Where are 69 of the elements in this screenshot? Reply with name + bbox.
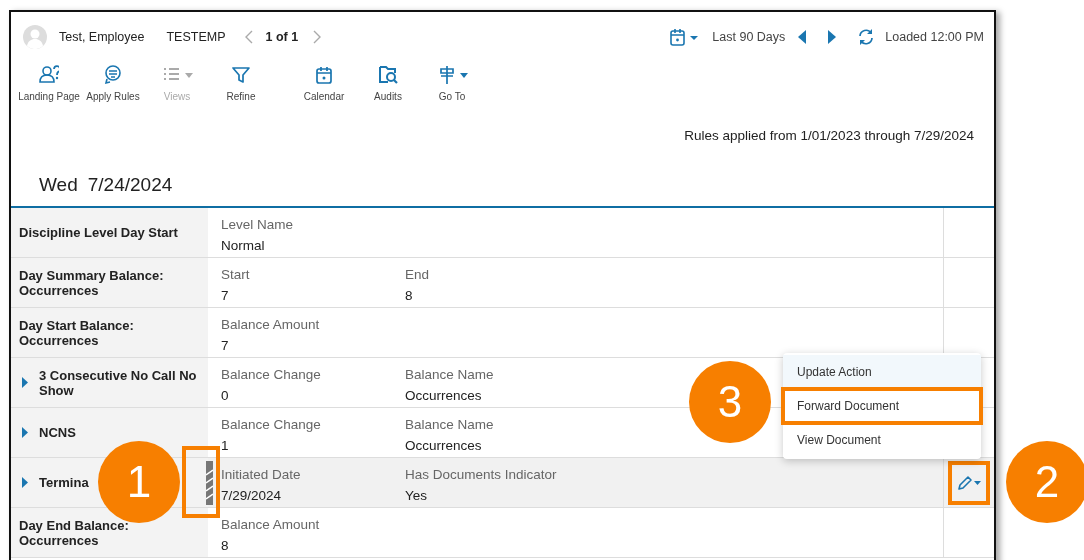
pager-text: 1 of 1 (265, 30, 299, 44)
previous-period-icon[interactable] (797, 30, 808, 44)
field-label: Balance Amount (221, 516, 320, 534)
field-label: End (405, 266, 430, 284)
refresh-icon[interactable] (857, 28, 876, 46)
field-value: Yes (405, 487, 428, 505)
calendar-dropdown-icon[interactable] (670, 28, 701, 46)
next-period-icon[interactable] (827, 30, 838, 44)
field-label: Has Documents Indicator (405, 466, 557, 484)
field-value: 7 (221, 287, 229, 305)
expand-icon[interactable] (21, 477, 29, 488)
menu-item[interactable]: Forward Document (783, 389, 981, 423)
callout-number: 2 (1006, 441, 1084, 523)
row-label: Discipline Level Day Start (19, 225, 178, 240)
employee-name: Test, Employee (59, 30, 145, 44)
field-value: 7/29/2024 (221, 487, 282, 505)
field-value: 8 (405, 287, 413, 305)
folder-search-icon (378, 65, 398, 85)
toolbar-button[interactable]: Landing Page (17, 62, 81, 122)
toolbar-button[interactable]: Go To (420, 62, 484, 122)
field-label: Balance Amount (221, 316, 320, 334)
caret-icon (184, 72, 193, 78)
date-range-label[interactable]: Last 90 Days (712, 30, 786, 44)
avatar-icon (23, 25, 47, 49)
row-label: Day Start Balance: Occurrences (19, 317, 135, 348)
day-weekday: Wed (39, 174, 78, 196)
day-date: 7/24/2024 (87, 174, 173, 196)
field-label: Start (221, 266, 250, 284)
rules-applied-note: Rules applied from 1/01/2023 through 7/29/2024 (684, 128, 974, 143)
row-label: Termina (39, 475, 89, 490)
toolbar-button[interactable]: Apply Rules (81, 62, 145, 122)
field-value: 0 (221, 387, 229, 405)
row-label: 3 Consecutive No Call No Show (39, 367, 198, 398)
field-label: Balance Name (405, 366, 494, 384)
field-value: 1 (221, 437, 229, 455)
employee-id: TESTEMP (166, 30, 226, 44)
field-label: Level Name (221, 216, 294, 234)
filter-icon (231, 65, 251, 85)
calendar-icon (314, 65, 334, 85)
speech-bubble-icon (103, 65, 123, 85)
caret-icon (459, 72, 468, 78)
field-label: Balance Change (221, 366, 321, 384)
field-value: 8 (221, 537, 229, 555)
edit-dropdown-button[interactable] (948, 460, 990, 505)
field-value: Occurrences (405, 387, 482, 405)
table-row[interactable]: Discipline Level Day Start Level Name Normal (11, 208, 994, 258)
previous-icon[interactable] (243, 30, 254, 44)
field-label: Balance Name (405, 416, 494, 434)
field-value: Normal (221, 237, 265, 255)
person-question-icon (39, 65, 59, 85)
field-label: Balance Change (221, 416, 321, 434)
field-label: Initiated Date (221, 466, 301, 484)
field-value: Occurrences (405, 437, 482, 455)
pencil-icon (957, 474, 981, 491)
table-row[interactable]: Day End Balance: Occurrences Balance Amount 8 (11, 508, 994, 558)
expand-icon[interactable] (21, 427, 29, 438)
expand-icon[interactable] (21, 377, 29, 388)
toolbar-button[interactable]: Audits (356, 62, 420, 122)
menu-item[interactable]: Update Action (783, 355, 981, 389)
toolbar-button[interactable]: Refine (209, 62, 273, 122)
row-label: Day Summary Balance: Occurrences (19, 267, 165, 298)
loaded-time: Loaded 12:00 PM (885, 30, 984, 44)
menu-item[interactable]: View Document (783, 423, 981, 457)
next-icon[interactable] (312, 30, 323, 44)
toolbar-button[interactable]: Calendar (292, 62, 356, 122)
row-label: NCNS (39, 425, 76, 440)
field-value: 7 (221, 337, 229, 355)
table-row[interactable]: Day Summary Balance: Occurrences Start 7 End 8 (11, 258, 994, 308)
highlight-frame (182, 446, 220, 518)
